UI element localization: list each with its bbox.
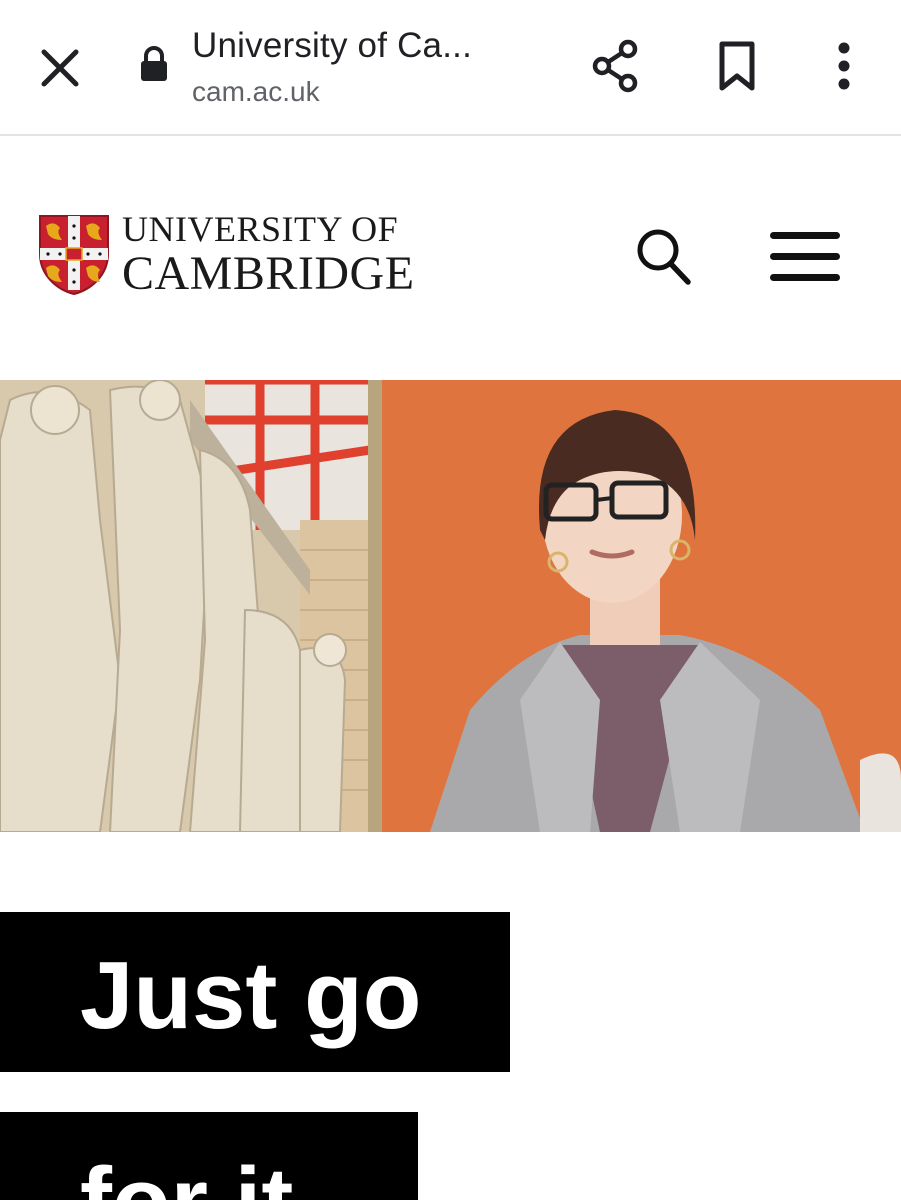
share-button[interactable] bbox=[588, 36, 644, 96]
logo-wordmark-line-1[interactable]: UNIVERSITY OF bbox=[122, 208, 398, 250]
main-menu-button[interactable] bbox=[766, 228, 844, 286]
headline-line-1: Just go bbox=[0, 912, 510, 1072]
browser-toolbar: University of Ca... cam.ac.uk bbox=[0, 0, 901, 136]
close-icon bbox=[41, 49, 79, 87]
site-header: UNIVERSITY OF CAMBRIDGE bbox=[0, 136, 901, 376]
headline-line-2: for it bbox=[0, 1112, 418, 1200]
more-vert-icon bbox=[838, 42, 850, 90]
url-text[interactable]: cam.ac.uk bbox=[192, 76, 320, 108]
hero-image bbox=[0, 380, 901, 832]
university-crest-logo[interactable] bbox=[38, 214, 110, 296]
more-options-button[interactable] bbox=[826, 38, 862, 94]
bookmark-icon bbox=[719, 41, 755, 91]
share-icon bbox=[592, 39, 638, 93]
bookmark-button[interactable] bbox=[712, 38, 762, 94]
lock-icon bbox=[138, 44, 170, 84]
page-title[interactable]: University of Ca... bbox=[192, 26, 472, 66]
logo-wordmark-line-2[interactable]: CAMBRIDGE bbox=[122, 246, 415, 301]
hamburger-menu-icon bbox=[770, 232, 840, 281]
close-tab-button[interactable] bbox=[34, 42, 86, 94]
search-icon bbox=[637, 229, 691, 285]
page: University of Ca... cam.ac.uk UNIVERSITY… bbox=[0, 0, 901, 1200]
search-button[interactable] bbox=[632, 224, 694, 288]
